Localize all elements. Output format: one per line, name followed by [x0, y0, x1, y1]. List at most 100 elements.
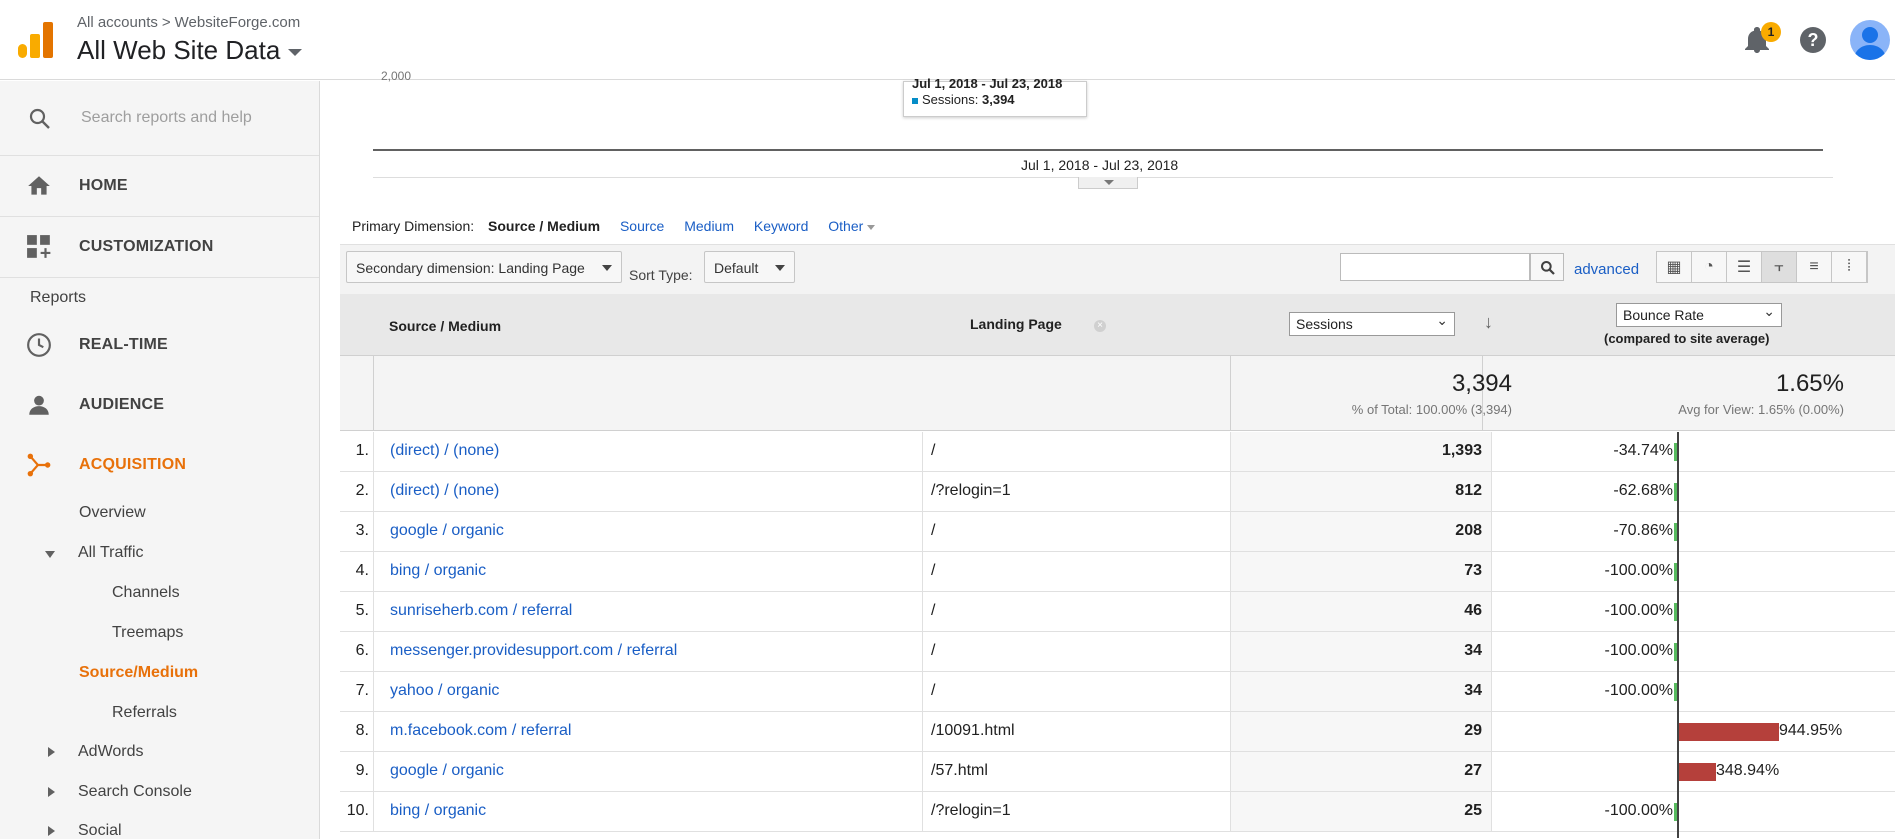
- pie-view-icon[interactable]: ◔: [1692, 252, 1727, 282]
- expand-right-icon[interactable]: [48, 747, 55, 757]
- search-input[interactable]: Search reports and help: [81, 109, 252, 127]
- col-header-source-medium[interactable]: Source / Medium: [389, 318, 501, 334]
- chart-collapse-toggle[interactable]: [1078, 177, 1138, 189]
- sessions-cell: 34: [1230, 672, 1492, 711]
- source-medium-link[interactable]: messenger.providesupport.com / referral: [390, 642, 677, 660]
- top-header: All accounts > WebsiteForge.com All Web Si…: [0, 0, 1895, 80]
- bounce-comparison-bar: [1679, 763, 1716, 781]
- sidebar-item-label: ACQUISITION: [79, 456, 187, 473]
- landing-page-cell: /?relogin=1: [922, 472, 1142, 511]
- row-index: 4.: [340, 552, 374, 591]
- pivot-view-icon[interactable]: ⦙: [1832, 252, 1867, 282]
- expand-down-icon[interactable]: [45, 551, 55, 558]
- table-row: 1. (direct) / (none) / 1,393 -34.74%: [340, 432, 1895, 472]
- property-selector[interactable]: All Web Site Data: [77, 35, 303, 66]
- table-row: 7. yahoo / organic / 34 -100.00%: [340, 672, 1895, 712]
- sidebar-item-acquisition[interactable]: ACQUISITION: [0, 436, 319, 496]
- row-index: 7.: [340, 672, 374, 711]
- dimension-option-other[interactable]: Other: [828, 218, 875, 234]
- dimension-option-source[interactable]: Source: [620, 218, 664, 234]
- source-medium-link[interactable]: yahoo / organic: [390, 682, 499, 700]
- bounce-rate-delta: -70.86%: [1613, 522, 1673, 539]
- source-medium-link[interactable]: (direct) / (none): [390, 442, 499, 460]
- landing-page-cell: /: [922, 632, 1142, 671]
- sidebar-item-realtime[interactable]: REAL-TIME: [0, 316, 319, 376]
- source-medium-link[interactable]: bing / organic: [390, 562, 486, 580]
- analytics-logo[interactable]: [18, 22, 53, 58]
- sessions-cell: 29: [1230, 712, 1492, 751]
- sort-descending-icon[interactable]: ↓: [1484, 312, 1493, 333]
- source-medium-link[interactable]: google / organic: [390, 762, 504, 780]
- secondary-dimension-dropdown[interactable]: Secondary dimension: Landing Page: [346, 251, 622, 283]
- row-index: 3.: [340, 512, 374, 551]
- sidebar-item-referrals[interactable]: Referrals: [112, 704, 177, 722]
- sidebar-search[interactable]: Search reports and help: [0, 81, 319, 156]
- data-table-view-icon[interactable]: ▦: [1657, 252, 1692, 282]
- landing-page-cell: /: [922, 432, 1142, 471]
- row-index: 5.: [340, 592, 374, 631]
- sessions-cell: 208: [1230, 512, 1492, 551]
- sidebar-item-overview[interactable]: Overview: [79, 504, 146, 522]
- col-header-landing-page[interactable]: Landing Page: [970, 316, 1062, 332]
- bounce-rate-delta: 944.95%: [1779, 722, 1843, 739]
- metric-selector-sessions[interactable]: Sessions: [1289, 312, 1455, 336]
- sidebar-item-all-traffic[interactable]: All Traffic: [78, 544, 144, 562]
- term-cloud-view-icon[interactable]: ≡: [1797, 252, 1832, 282]
- source-medium-link[interactable]: bing / organic: [390, 802, 486, 820]
- advanced-filter-link[interactable]: advanced: [1574, 261, 1639, 278]
- sidebar-item-channels[interactable]: Channels: [112, 584, 180, 602]
- table-row: 2. (direct) / (none) /?relogin=1 812 -62.68%: [340, 472, 1895, 512]
- expand-right-icon[interactable]: [48, 787, 55, 797]
- remove-dimension-icon[interactable]: ×: [1094, 320, 1106, 332]
- breadcrumb-account[interactable]: WebsiteForge.com: [175, 14, 301, 31]
- metric-selector-bounce-rate[interactable]: Bounce Rate: [1616, 303, 1782, 327]
- comparison-view-icon[interactable]: ⫟: [1762, 252, 1797, 282]
- sessions-cell: 73: [1230, 552, 1492, 591]
- sidebar: Search reports and help HOME CUSTOMIZATI…: [0, 81, 320, 839]
- sessions-cell: 812: [1230, 472, 1492, 511]
- table-filter-input[interactable]: [1340, 253, 1530, 281]
- person-icon: [29, 395, 49, 415]
- source-medium-link[interactable]: m.facebook.com / referral: [390, 722, 571, 740]
- landing-page-cell: /: [922, 672, 1142, 711]
- sidebar-item-treemaps[interactable]: Treemaps: [112, 624, 183, 642]
- sidebar-item-search-console[interactable]: Search Console: [78, 783, 192, 801]
- person-icon: [1854, 27, 1886, 60]
- sort-type-dropdown[interactable]: Default: [704, 251, 796, 283]
- source-medium-link[interactable]: sunriseherb.com / referral: [390, 602, 572, 620]
- table-filter-search-button[interactable]: [1530, 253, 1564, 281]
- bounce-rate-delta: -100.00%: [1604, 602, 1674, 619]
- table-view-switcher[interactable]: ▦ ◔ ☰ ⫟ ≡ ⦙: [1656, 251, 1868, 283]
- sort-type-label: Sort Type:: [629, 267, 693, 283]
- landing-page-cell: /10091.html: [922, 712, 1142, 751]
- performance-view-icon[interactable]: ☰: [1727, 252, 1762, 282]
- sidebar-item-customization[interactable]: CUSTOMIZATION: [0, 218, 319, 278]
- dimension-option-keyword[interactable]: Keyword: [754, 218, 808, 234]
- sidebar-item-home[interactable]: HOME: [0, 157, 319, 217]
- source-medium-link[interactable]: google / organic: [390, 522, 504, 540]
- breadcrumb-all-accounts[interactable]: All accounts: [77, 14, 158, 31]
- dimension-option-medium[interactable]: Medium: [684, 218, 734, 234]
- tooltip-date: Jul 1, 2018 - Jul 23, 2018: [912, 76, 1063, 91]
- help-icon[interactable]: ?: [1800, 27, 1826, 53]
- sidebar-item-adwords[interactable]: AdWords: [78, 743, 144, 761]
- bounce-rate-delta: -100.00%: [1604, 802, 1674, 819]
- sessions-cell: 25: [1230, 792, 1492, 831]
- account-avatar[interactable]: [1850, 20, 1890, 60]
- table-row: 8. m.facebook.com / referral/10091.html 29…: [340, 712, 1895, 752]
- table-row: 5. sunriseherb.com / referral / 46 -100.00%: [340, 592, 1895, 632]
- expand-right-icon[interactable]: [48, 826, 55, 836]
- breadcrumb-separator: >: [161, 14, 171, 31]
- sidebar-item-social[interactable]: Social: [78, 822, 122, 840]
- source-medium-link[interactable]: (direct) / (none): [390, 482, 499, 500]
- sidebar-item-audience[interactable]: AUDIENCE: [0, 376, 319, 436]
- table-row: 9. google / organic/57.html 27 348.94%: [340, 752, 1895, 792]
- notifications-button[interactable]: 1: [1745, 22, 1781, 54]
- reports-heading: Reports: [30, 289, 87, 306]
- sidebar-item-source-medium[interactable]: Source/Medium: [79, 664, 198, 682]
- notification-count-badge: 1: [1761, 22, 1781, 42]
- total-sessions-sub: % of Total: 100.00% (3,394): [1351, 402, 1512, 417]
- row-index: 6.: [340, 632, 374, 671]
- breadcrumb[interactable]: All accounts > WebsiteForge.com: [77, 14, 300, 31]
- clock-icon: [27, 333, 51, 357]
